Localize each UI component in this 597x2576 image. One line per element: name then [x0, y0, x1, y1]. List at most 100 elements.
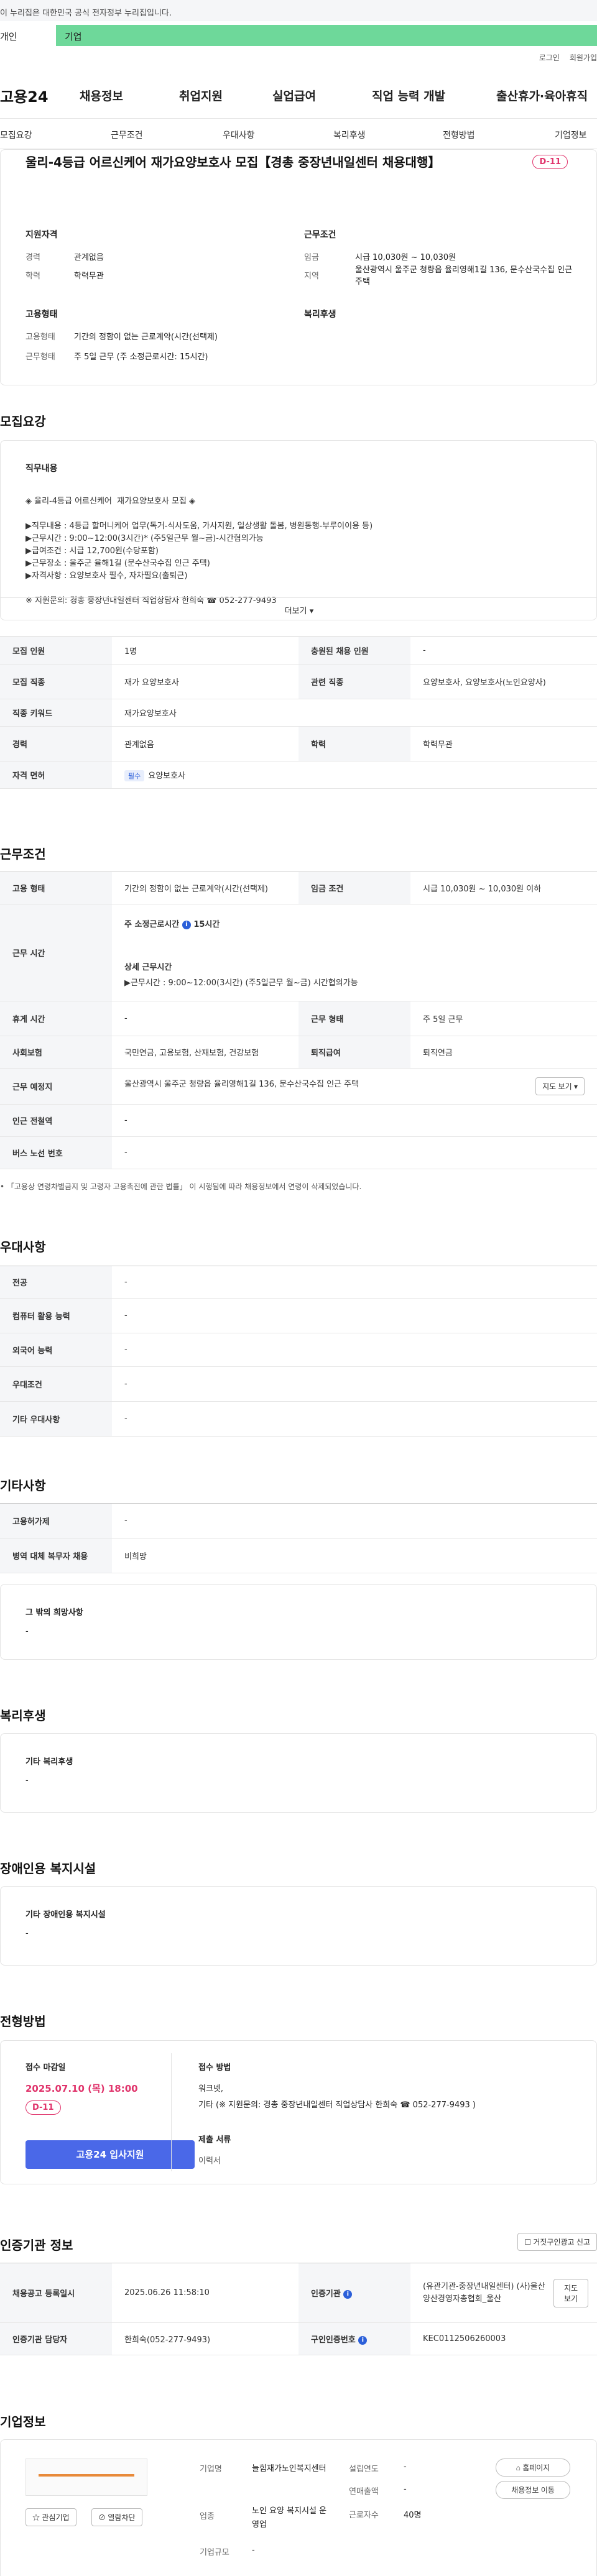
emptype-label: 고용형태 [25, 333, 55, 342]
duty-line [25, 508, 373, 520]
table-row: 모집 인원 1명 충원된 채용 인원 - [0, 637, 597, 665]
company-jobs-button[interactable]: 채용정보 이동 [496, 2481, 570, 2499]
cert-table: 채용공고 등록일시 2025.06.26 11:58:10 인증기관 i (유관기관… [0, 2263, 597, 2355]
gnb-item-employment-support[interactable]: 취업지원 [179, 87, 272, 104]
cell-value: - [112, 1001, 298, 1036]
cell-value: 기간의 정함이 없는 근로계약(시간(선택제) [112, 872, 298, 904]
welfare-section-title: 복리후생 [0, 1708, 46, 1723]
subnav-process[interactable]: 전형방법 [443, 129, 475, 141]
table-row: 우대조건 - [0, 1366, 597, 1402]
cell-label: 구인인증번호 i [298, 2322, 410, 2355]
docs-label: 제출 서류 [198, 2135, 231, 2145]
cell-value: 필수 요양보호사 [112, 761, 597, 789]
info-icon[interactable]: i [343, 2289, 353, 2299]
gnb-item-jobs[interactable]: 채용정보 [80, 87, 179, 104]
cell-label: 버스 노선 번호 [0, 1136, 112, 1169]
pref-section-title: 우대사항 [0, 1240, 46, 1254]
table-row: 근무 예정지 울산광역시 울주군 청량읍 율리영해1길 136, 문수산국수집 인… [0, 1068, 597, 1105]
cell-label: 컴퓨터 활용 능력 [0, 1298, 112, 1333]
favorite-company-button[interactable]: ☆ 관심기업 [25, 2508, 76, 2526]
cell-label: 근무 예정지 [0, 1068, 112, 1105]
subnav-welfare[interactable]: 복리후생 [333, 129, 366, 141]
cell-label: 퇴직급여 [298, 1036, 410, 1069]
table-row: 휴게 시간 - 근무 형태 주 5일 근무 [0, 1001, 597, 1036]
global-nav: 채용정보 취업지원 실업급여 직업 능력 개발 출산휴가·육아휴직 [80, 87, 597, 104]
more-button[interactable]: 더보기 ▾ [1, 597, 597, 620]
gnb-item-training[interactable]: 직업 능력 개발 [372, 87, 496, 104]
sales-value: - [404, 2485, 407, 2494]
cell-label: 경력 [0, 726, 112, 761]
process-dday-badge: D-11 [25, 2100, 61, 2115]
signup-link[interactable]: 회원가입 [570, 53, 597, 62]
cell-label: 학력 [298, 726, 410, 761]
subnav-recruit[interactable]: 모집요강 [0, 129, 32, 141]
method-value-1: 워크넷, [198, 2084, 224, 2094]
cell-value: 퇴직연금 [410, 1036, 597, 1069]
table-row: 모집 직종 재가 요양보호사 관련 직종 요양보호사, 요양보호사(노인요양사) [0, 664, 597, 699]
recruit-section-title: 모집요강 [0, 414, 46, 429]
weekly-hours-value: 15시간 [193, 920, 220, 929]
duty-line: ▶직무내용 : 4등급 할머니케어 업무(독거-식사도움, 가사지원, 일상생활… [25, 522, 373, 531]
etc-section-title: 기타사항 [0, 1478, 46, 1493]
tab-individual-label: 개인 [0, 31, 17, 42]
duty-line: ◈ 율리-4등급 어르신케어 재가요양보호사 모집 ◈ [25, 497, 196, 506]
homepage-button[interactable]: ⌂ 홈페이지 [496, 2459, 570, 2477]
map-view-button[interactable]: 지도 보기 ▾ [535, 1077, 585, 1095]
work-hours-cell: 주 소정근로시간 i 15시간 상세 근무시간 ▶근무시간 : 9:00~12:… [112, 904, 597, 1001]
disabled-value: - [25, 1929, 29, 1938]
cell-label: 기타 우대사항 [0, 1401, 112, 1437]
cell-value: - [112, 1266, 597, 1299]
cell-value: - [112, 1104, 597, 1137]
info-icon[interactable]: i [358, 2335, 368, 2345]
subnav-company[interactable]: 기업정보 [555, 129, 587, 141]
detail-hours-label: 상세 근무시간 [124, 963, 172, 972]
gnb-item-unemployment[interactable]: 실업급여 [272, 87, 372, 104]
table-row: 인근 전철역 - [0, 1104, 597, 1137]
founded-value: - [404, 2462, 407, 2472]
cell-label: 모집 인원 [0, 637, 112, 665]
cell-label: 휴게 시간 [0, 1001, 112, 1036]
company-card: ☆ 관심기업 ⊘ 열람차단 기업명 늘힘재가노인복지센터 설립연도 - 연매출액… [0, 2439, 597, 2576]
apply-button[interactable]: 고용24 입사지원 [25, 2140, 195, 2169]
region-value: 울산광역시 울주군 청량읍 율리영해1길 136, 문수산국수집 인근 주택 [355, 265, 573, 287]
dday-badge: D-11 [532, 155, 568, 169]
employment-heading: 고용형태 [25, 310, 58, 320]
info-icon[interactable]: i [182, 920, 191, 929]
age-note: • 「고용상 연령차별금지 및 고령자 고용촉진에 관한 법률」 이 시행됨에 … [0, 1182, 362, 1191]
report-fake-ad-button[interactable]: ☐ 거짓구인광고 신고 [517, 2233, 597, 2251]
cell-value: 국민연금, 고용보험, 산재보험, 건강보험 [112, 1036, 298, 1069]
cell-value: - [112, 1298, 597, 1333]
cell-value: 비희망 [112, 1538, 597, 1573]
cert-map-button[interactable]: 지도 보기 [553, 2278, 588, 2307]
util-links: 로그인 회원가입 [529, 52, 597, 63]
cell-label: 자격 면허 [0, 761, 112, 789]
report-icon: ☐ [524, 2238, 531, 2247]
cell-label: 우대조건 [0, 1366, 112, 1402]
wage-value: 시급 10,030원 ~ 10,030원 [355, 253, 456, 262]
subnav-preferences[interactable]: 우대사항 [223, 129, 255, 141]
cell-value: KEC0112506260003 [410, 2322, 597, 2355]
scale-label: 기업규모 [200, 2548, 229, 2557]
block-view-button[interactable]: ⊘ 열람차단 [91, 2508, 142, 2526]
career-value: 관계없음 [74, 253, 104, 262]
cell-label: 외국어 능력 [0, 1333, 112, 1367]
cell-value: 재가요양보호사 [112, 699, 597, 727]
cell-label: 인증기관 i [298, 2263, 410, 2323]
cell-label: 사회보험 [0, 1036, 112, 1069]
site-logo[interactable]: 고용24 [0, 85, 49, 106]
gnb-item-leave[interactable]: 출산휴가·육아휴직 [496, 87, 597, 104]
etc-table: 고용허가제 - 병역 대체 복무자 채용 비희망 [0, 1503, 597, 1573]
cell-value: - [112, 1503, 597, 1539]
subnav-conditions[interactable]: 근무조건 [111, 129, 143, 141]
worktype-label: 근무형태 [25, 352, 55, 362]
tab-corporate[interactable]: 기업 [56, 25, 597, 46]
tab-individual[interactable]: 개인 [0, 25, 56, 46]
gov-banner: 이 누리집은 대한민국 공식 전자정부 누리집입니다. [0, 0, 597, 21]
table-row: 전공 - [0, 1266, 597, 1299]
industry-value: 노인 요양 복지시설 운영업 [252, 2506, 327, 2529]
favorite-label: 관심기업 [42, 2513, 70, 2522]
duty-line: ▶급여조건 : 시급 12,700원(수당포함) [25, 546, 159, 556]
cell-label: 채용공고 등록일시 [0, 2263, 112, 2323]
login-link[interactable]: 로그인 [539, 53, 560, 62]
table-row: 병역 대체 복무자 채용 비희망 [0, 1538, 597, 1573]
